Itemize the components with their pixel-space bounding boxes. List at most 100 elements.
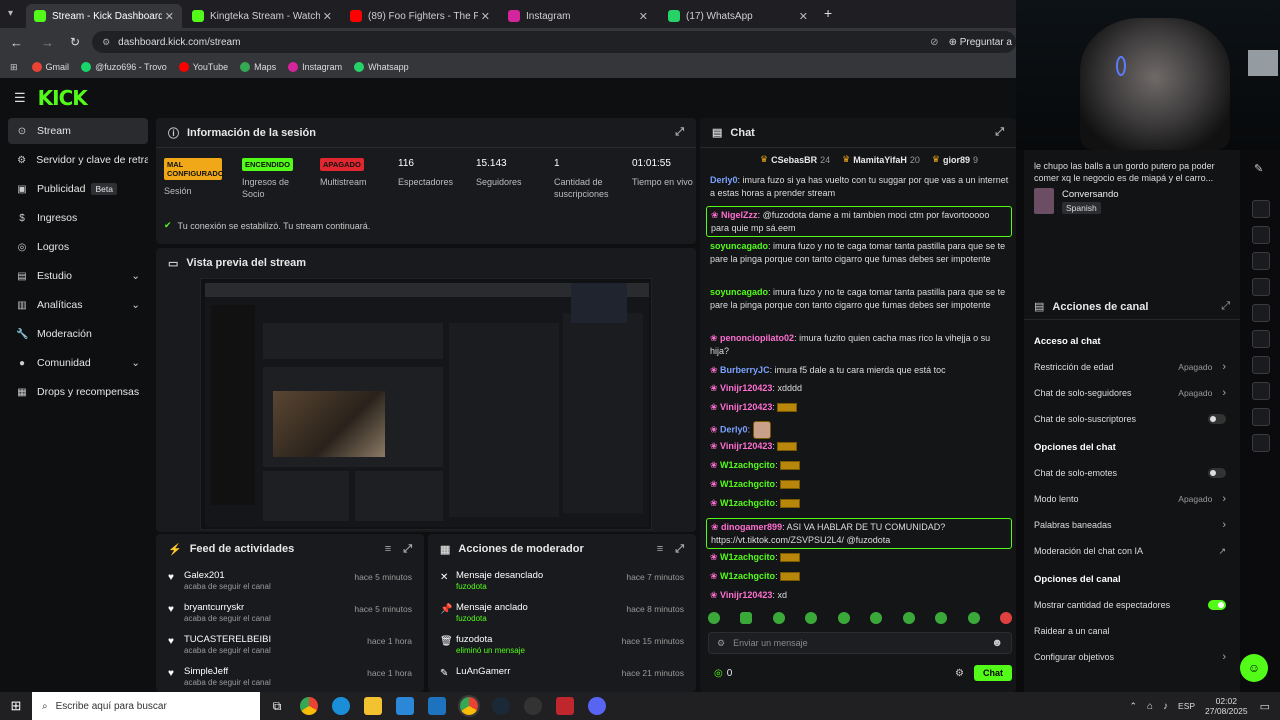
reload-icon[interactable]: ↻ (70, 35, 80, 49)
settings-row[interactable]: Chat de solo-emotes (1034, 466, 1230, 480)
bookmark-link[interactable]: Whatsapp (354, 62, 409, 72)
chat-username[interactable]: W1zachgcito (720, 479, 775, 489)
settings-row[interactable]: Mostrar cantidad de espectadores (1034, 598, 1230, 612)
kick-logo[interactable]: KICK (38, 86, 88, 110)
chat-message[interactable]: ❀ W1zachgcito: (710, 497, 1010, 510)
folder-icon[interactable] (364, 697, 382, 715)
popout-icon[interactable]: ⤢ (1221, 300, 1230, 313)
settings-row[interactable]: Modo lento Apagado › (1034, 492, 1230, 506)
sidebar-item[interactable]: ▥ Analíticas ⌄ (8, 292, 148, 318)
sidebar-item[interactable]: ◎ Logros (8, 234, 148, 260)
app-icon[interactable] (556, 697, 574, 715)
volume-icon[interactable]: ♪ (1163, 701, 1168, 712)
chat-message[interactable]: ❀ W1zachgcito: (710, 478, 1010, 491)
filter-icon[interactable]: ≡ (657, 543, 663, 555)
settings-row[interactable]: Configurar objetivos › (1034, 650, 1230, 664)
chrome-icon[interactable] (300, 697, 318, 715)
browser-tab[interactable]: Instagram ✕ (500, 4, 656, 28)
emote-icon[interactable] (772, 612, 785, 624)
feed-name[interactable]: SimpleJeff (184, 666, 228, 677)
mod-by[interactable]: fuzodota (456, 614, 487, 623)
chat-message[interactable]: ❀ W1zachgcito: (710, 570, 1010, 583)
store-icon[interactable] (396, 697, 414, 715)
obs-icon[interactable] (524, 697, 542, 715)
sidebar-item[interactable]: ⊙ Stream (8, 118, 148, 144)
eye-off-icon[interactable]: ⊘ (930, 37, 938, 48)
expand-icon[interactable]: ⤢ (675, 543, 684, 556)
chat-username[interactable]: soyuncagado (710, 241, 768, 251)
pencil-icon[interactable]: ✎ (1254, 162, 1263, 175)
chat-username[interactable]: W1zachgcito (720, 552, 775, 562)
chat-username[interactable]: Vinijr120423 (720, 383, 772, 393)
settings-row[interactable]: Raidear a un canal (1034, 624, 1230, 638)
browser-tab[interactable]: Stream - Kick Dashboard ✕ (26, 4, 182, 28)
emote-icon[interactable] (902, 612, 915, 624)
chat-message[interactable]: ❀ Derly0: (710, 421, 1010, 439)
chat-message[interactable]: ❀ Vinijr120423: xdddd (710, 382, 1010, 395)
top-gifter[interactable]: ♛ MamitaYifaH 20 (842, 154, 920, 165)
rail-tool-icon[interactable] (1252, 356, 1270, 374)
chat-input[interactable]: ⚙ Enviar un mensaje ☻ (708, 632, 1012, 654)
support-button[interactable]: ☺ (1240, 654, 1268, 682)
rail-tool-icon[interactable] (1252, 278, 1270, 296)
chat-message[interactable]: ❀ penonciopilato02: imura fuzito quien c… (710, 332, 1010, 357)
chat-username[interactable]: W1zachgcito (720, 571, 775, 581)
chat-username[interactable]: BurberryJC (720, 365, 770, 375)
taskbar-search[interactable]: ⌕ Escribe aquí para buscar (32, 692, 260, 720)
chat-username[interactable]: dinogamer899 (721, 522, 782, 532)
chat-username[interactable]: Vinijr120423 (720, 441, 772, 451)
site-info-icon[interactable]: ⚙ (102, 37, 110, 48)
tab-list-icon[interactable]: ▾ (8, 8, 13, 19)
points-icon[interactable]: ◎ (714, 668, 723, 679)
sidebar-item[interactable]: 🔧 Moderación (8, 321, 148, 347)
emote-icon[interactable] (837, 612, 850, 624)
emoji-icon[interactable]: ☻ (991, 637, 1003, 649)
chat-message[interactable]: soyuncagado: imura fuzo y no te caga tom… (710, 286, 1010, 311)
menu-icon[interactable]: ☰ (14, 90, 26, 106)
chat-message[interactable]: ❀ BurberryJC: imura f5 dale a tu cara mi… (710, 364, 1010, 377)
sidebar-item[interactable]: $ Ingresos (8, 205, 148, 231)
steam-icon[interactable] (492, 697, 510, 715)
chat-username[interactable]: Vinijr120423 (720, 402, 772, 412)
emote-icon[interactable] (967, 612, 980, 624)
chat-username[interactable]: Derly0 (720, 424, 748, 434)
close-tab-icon[interactable]: ✕ (799, 10, 808, 23)
emote-icon[interactable] (935, 612, 948, 624)
close-tab-icon[interactable]: ✕ (481, 10, 490, 23)
chat-message[interactable]: soyuncagado: imura fuzo y no te caga tom… (710, 240, 1010, 265)
emote-icon[interactable] (999, 612, 1012, 624)
settings-row[interactable]: Palabras baneadas › (1034, 518, 1230, 532)
bookmark-link[interactable]: @fuzo696 - Trovo (81, 62, 167, 72)
emote-icon[interactable] (708, 612, 720, 624)
rail-tool-icon[interactable] (1252, 408, 1270, 426)
network-icon[interactable]: ⌂ (1147, 701, 1153, 712)
chat-message[interactable]: ❀ Vinijr120423: xd (710, 589, 1010, 602)
chat-username[interactable]: Vinijr120423 (720, 590, 772, 600)
new-tab-icon[interactable]: + (824, 5, 832, 21)
chat-username[interactable]: W1zachgcito (720, 498, 775, 508)
expand-icon[interactable]: ⤢ (675, 126, 684, 139)
notifications-icon[interactable]: ▭ (1260, 700, 1270, 713)
chat-message[interactable]: ❀ W1zachgcito: (710, 459, 1010, 472)
bookmark-link[interactable]: Gmail (31, 62, 69, 72)
chat-username[interactable]: soyuncagado (710, 287, 768, 297)
chrome-icon[interactable] (458, 695, 480, 717)
chat-username[interactable]: Derly0 (710, 175, 738, 185)
close-tab-icon[interactable]: ✕ (323, 10, 332, 23)
settings-icon[interactable]: ⚙ (955, 668, 964, 679)
stream-preview-video[interactable] (200, 278, 652, 530)
chat-message[interactable]: ❀ NigelZzz: @fuzodota dame a mi tambien … (706, 206, 1012, 237)
browser-tab[interactable]: (17) WhatsApp ✕ (660, 4, 816, 28)
chat-message[interactable]: ❀ Vinijr120423: (710, 401, 1010, 414)
mail-icon[interactable] (428, 697, 446, 715)
windows-start-icon[interactable]: ⊞ (0, 698, 32, 714)
edge-icon[interactable] (332, 697, 350, 715)
chat-message[interactable]: ❀ Vinijr120423: (710, 440, 1010, 453)
sidebar-item[interactable]: ▣ Publicidad Beta (8, 176, 148, 202)
rail-tool-icon[interactable] (1252, 200, 1270, 218)
url-field[interactable]: ⚙ dashboard.kick.com/stream ⊘ ⊕ Pregunta… (92, 31, 1016, 53)
send-chat-button[interactable]: Chat (974, 665, 1012, 681)
sidebar-item[interactable]: ▦ Drops y recompensas (8, 379, 148, 405)
feed-name[interactable]: Galex201 (184, 570, 225, 581)
close-tab-icon[interactable]: ✕ (165, 10, 174, 23)
